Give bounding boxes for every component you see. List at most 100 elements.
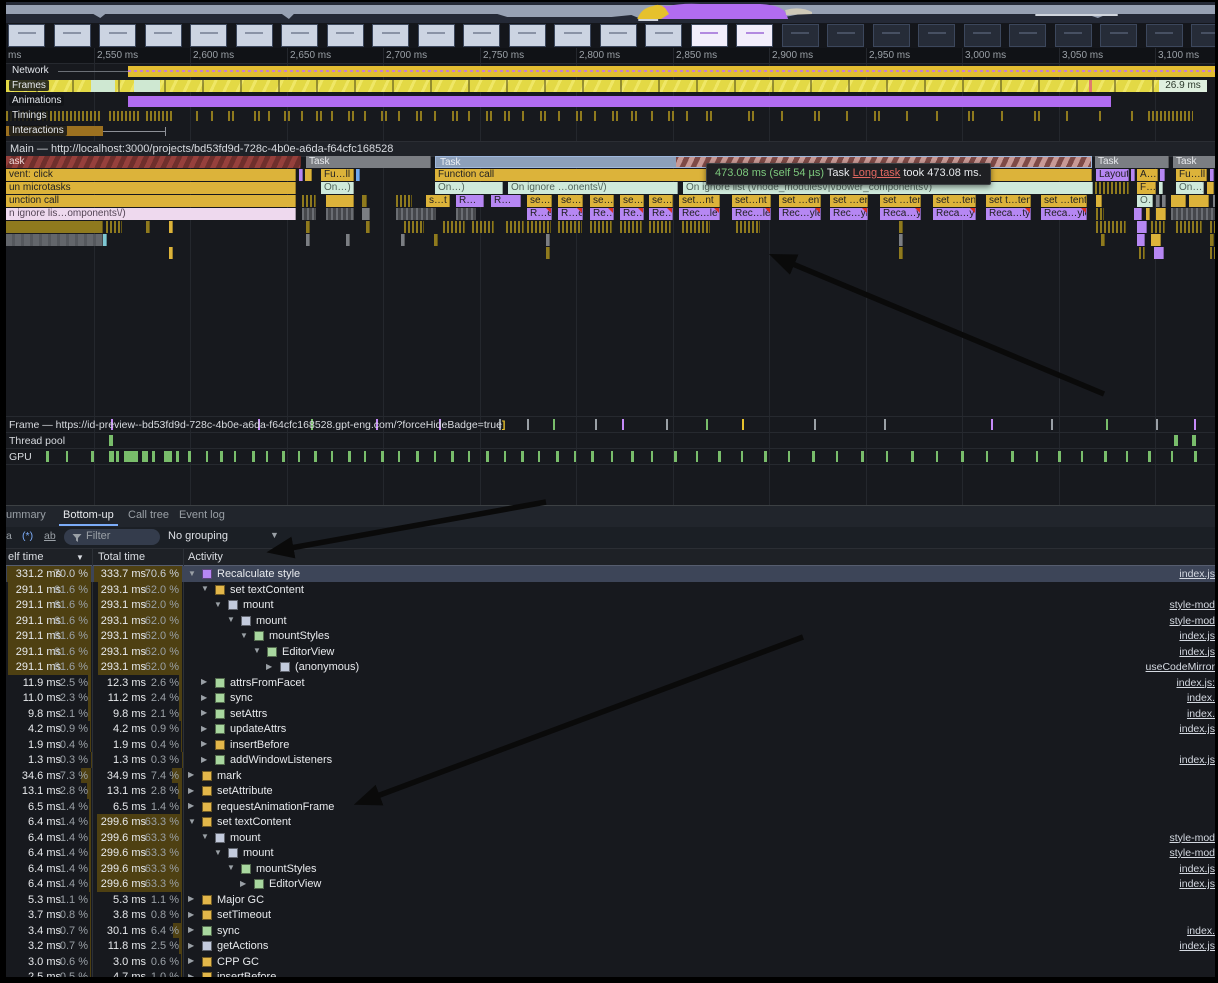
source-link[interactable]: index.js bbox=[1179, 646, 1215, 658]
timing-marker[interactable] bbox=[748, 111, 750, 121]
disclosure-collapsed-icon[interactable]: ▶ bbox=[201, 755, 207, 764]
gpu-task[interactable] bbox=[718, 451, 721, 462]
disclosure-expanded-icon[interactable]: ▼ bbox=[227, 615, 235, 624]
flame-bar[interactable] bbox=[1171, 195, 1186, 207]
activity-name[interactable]: EditorView bbox=[269, 878, 321, 890]
disclosure-collapsed-icon[interactable]: ▶ bbox=[188, 786, 194, 795]
flame-bar[interactable]: On…) bbox=[1176, 182, 1204, 194]
timing-marker[interactable] bbox=[364, 111, 366, 121]
timing-marker[interactable] bbox=[672, 111, 674, 121]
flame-bar[interactable]: A… bbox=[1137, 169, 1158, 181]
timing-marker[interactable] bbox=[668, 111, 670, 121]
filmstrip-thumbnail[interactable] bbox=[509, 24, 546, 47]
gpu-task[interactable] bbox=[176, 451, 179, 462]
timing-marker[interactable] bbox=[936, 111, 938, 121]
flame-bar[interactable]: set …ent bbox=[779, 195, 821, 207]
filmstrip-thumbnail[interactable] bbox=[1055, 24, 1092, 47]
gpu-task[interactable] bbox=[521, 451, 524, 462]
frame-event-tick[interactable] bbox=[553, 419, 555, 430]
activity-name[interactable]: mountStyles bbox=[256, 863, 317, 875]
timing-marker[interactable] bbox=[846, 111, 848, 121]
filmstrip-thumbnail[interactable] bbox=[99, 24, 136, 47]
timing-marker[interactable] bbox=[504, 111, 506, 121]
flame-bar[interactable] bbox=[396, 195, 412, 207]
flame-bar[interactable] bbox=[456, 208, 476, 220]
timing-marker[interactable] bbox=[228, 111, 230, 121]
track-interactions[interactable]: Interactions bbox=[6, 124, 1215, 138]
gpu-task[interactable] bbox=[1171, 451, 1173, 462]
timing-marker[interactable] bbox=[612, 111, 614, 121]
flame-bar[interactable] bbox=[396, 208, 436, 220]
gpu-task[interactable] bbox=[152, 451, 155, 462]
flame-bar[interactable] bbox=[899, 221, 903, 233]
gpu-task[interactable] bbox=[1036, 451, 1038, 462]
frame-event-tick[interactable] bbox=[1194, 419, 1196, 430]
frame-event-tick[interactable] bbox=[884, 419, 886, 430]
flame-bar[interactable]: R…e bbox=[558, 208, 583, 220]
disclosure-expanded-icon[interactable]: ▼ bbox=[201, 832, 209, 841]
timing-marker[interactable] bbox=[814, 111, 816, 121]
activity-name[interactable]: attrsFromFacet bbox=[230, 677, 305, 689]
flame-bar[interactable]: Reca…tyle bbox=[986, 208, 1031, 220]
flame-bar[interactable]: On ignore …onents\/) bbox=[508, 182, 678, 194]
table-row[interactable]: 6.5 ms1.4 %6.5 ms1.4 %▶requestAnimationF… bbox=[6, 799, 1215, 815]
timing-marker[interactable] bbox=[710, 111, 712, 121]
flame-bar[interactable] bbox=[169, 247, 173, 259]
gpu-task[interactable] bbox=[886, 451, 888, 462]
filmstrip-thumbnail[interactable] bbox=[1146, 24, 1183, 47]
flame-bar[interactable] bbox=[443, 221, 465, 233]
timing-marker[interactable] bbox=[385, 111, 387, 121]
source-link[interactable]: style-mod bbox=[1169, 615, 1215, 627]
timing-marker[interactable] bbox=[420, 111, 422, 121]
filmstrip-thumbnail[interactable] bbox=[736, 24, 773, 47]
filmstrip-thumbnail[interactable] bbox=[145, 24, 182, 47]
flame-bar[interactable]: se…t bbox=[527, 195, 552, 207]
gpu-task[interactable] bbox=[348, 451, 351, 462]
filmstrip-thumbnail[interactable] bbox=[782, 24, 819, 47]
flame-bar[interactable]: vent: click bbox=[6, 169, 296, 181]
flame-bar[interactable] bbox=[1154, 247, 1164, 259]
gpu-task[interactable] bbox=[741, 451, 743, 462]
network-activity-band[interactable] bbox=[128, 66, 1215, 77]
gpu-task[interactable] bbox=[1148, 451, 1151, 462]
flame-bar[interactable] bbox=[546, 234, 550, 246]
source-link[interactable]: index.js: bbox=[1176, 677, 1215, 689]
filmstrip-thumbnail[interactable] bbox=[372, 24, 409, 47]
timing-marker[interactable] bbox=[468, 111, 470, 121]
flame-bar[interactable] bbox=[6, 221, 103, 233]
timing-marker[interactable] bbox=[686, 111, 688, 121]
frame-event-tick[interactable] bbox=[622, 419, 624, 430]
flame-bar[interactable]: set …ent bbox=[830, 195, 868, 207]
gpu-task[interactable] bbox=[1194, 451, 1197, 462]
activity-name[interactable]: mountStyles bbox=[269, 630, 330, 642]
flame-bar[interactable] bbox=[362, 208, 370, 220]
frame-event-tick[interactable] bbox=[527, 419, 529, 430]
flame-bar[interactable] bbox=[366, 221, 370, 233]
gpu-task[interactable] bbox=[164, 451, 172, 462]
filmstrip-thumbnail[interactable] bbox=[327, 24, 364, 47]
gpu-task[interactable] bbox=[116, 451, 119, 462]
flame-bar[interactable]: set…nt bbox=[732, 195, 771, 207]
gpu-task[interactable] bbox=[124, 451, 138, 462]
track-network[interactable]: Network bbox=[6, 64, 1215, 78]
gpu-task[interactable] bbox=[504, 451, 506, 462]
flame-bar[interactable]: un microtasks bbox=[6, 182, 296, 194]
activity-name[interactable]: mount bbox=[243, 847, 274, 859]
disclosure-expanded-icon[interactable]: ▼ bbox=[253, 646, 261, 655]
timing-marker[interactable] bbox=[558, 111, 560, 121]
source-link[interactable]: style-mod bbox=[1169, 832, 1215, 844]
frame-event-tick[interactable] bbox=[595, 419, 597, 430]
timing-marker[interactable] bbox=[580, 111, 582, 121]
table-row[interactable]: 11.0 ms2.3 %11.2 ms2.4 %▶syncindex. bbox=[6, 690, 1215, 706]
thread-pool-task[interactable] bbox=[1192, 435, 1196, 446]
disclosure-collapsed-icon[interactable]: ▶ bbox=[201, 724, 207, 733]
filmstrip-thumbnail[interactable] bbox=[54, 24, 91, 47]
filmstrip-thumbnail[interactable] bbox=[418, 24, 455, 47]
gpu-task[interactable] bbox=[486, 451, 489, 462]
flame-bar[interactable] bbox=[736, 221, 760, 233]
filmstrip-thumbnail[interactable] bbox=[691, 24, 728, 47]
grouping-select[interactable]: No grouping bbox=[168, 530, 228, 542]
gpu-task[interactable] bbox=[206, 451, 208, 462]
gpu-task[interactable] bbox=[398, 451, 400, 462]
track-thread-pool[interactable]: Thread pool bbox=[6, 432, 1215, 449]
